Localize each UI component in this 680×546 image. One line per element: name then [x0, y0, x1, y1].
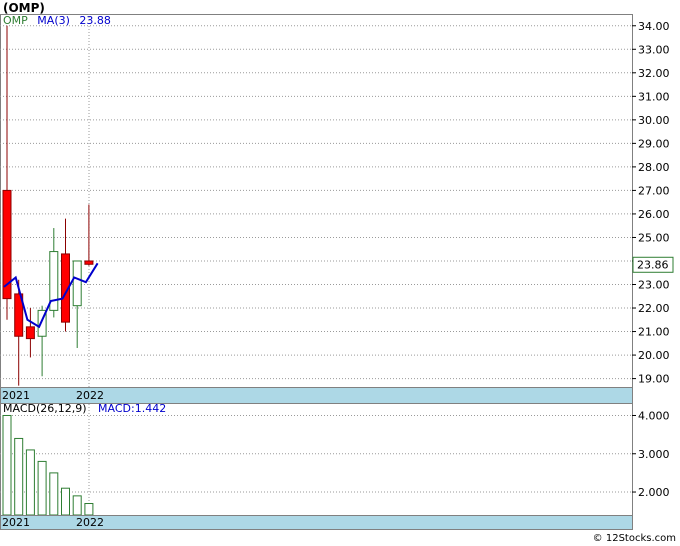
- price-tick-label: 32.00: [638, 67, 670, 80]
- macd-bar: [2, 414, 12, 516]
- price-tick-label: 33.00: [638, 43, 670, 56]
- price-tick-label: 34.00: [638, 20, 670, 33]
- legend-ticker: OMP: [3, 14, 28, 27]
- macd-tick-label: 2.000: [638, 486, 670, 499]
- price-tick-label: 22.00: [638, 302, 670, 315]
- last-price-marker: 23.86: [632, 256, 674, 273]
- price-tick-label: 30.00: [638, 114, 670, 127]
- macd-bar: [14, 437, 24, 516]
- legend-ma-value: 23.88: [79, 14, 111, 27]
- price-tick-label: 29.00: [638, 137, 670, 150]
- svg-text:OMP MA(3) 23.88: OMP MA(3) 23.88: [3, 14, 111, 27]
- macd-bar: [49, 472, 59, 516]
- price-x-label-2022: 2022: [76, 389, 104, 402]
- watermark: © 12Stocks.com: [593, 533, 676, 544]
- macd-bar: [61, 487, 70, 516]
- macd-tick-label: 4.000: [638, 409, 670, 422]
- chart-title: (OMP): [3, 1, 45, 15]
- macd-label: MACD(26,12,9): [3, 402, 87, 415]
- macd-tick-label: 3.000: [638, 448, 670, 461]
- legend-ma-label: MA(3): [37, 14, 70, 27]
- candle-down: [25, 326, 35, 340]
- last-price-label: 23.86: [637, 258, 669, 271]
- price-tick-label: 21.00: [638, 326, 670, 339]
- price-axis: 19.0020.0021.0022.0023.0024.0025.0026.00…: [632, 20, 670, 386]
- candle-up: [72, 260, 82, 307]
- price-tick-label: 19.00: [638, 373, 670, 386]
- price-tick-label: 26.00: [638, 208, 670, 221]
- macd-panel: [0, 403, 633, 516]
- macd-x-label-2021: 2021: [2, 516, 30, 529]
- macd-bar: [72, 495, 82, 516]
- macd-bar: [25, 449, 35, 516]
- macd-x-label-2022: 2022: [76, 516, 104, 529]
- candle-down: [84, 260, 94, 265]
- macd-axis: 2.000 3.000 4.000: [632, 409, 670, 499]
- macd-bar: [84, 503, 94, 516]
- price-tick-label: 28.00: [638, 161, 670, 174]
- price-tick-label: 20.00: [638, 349, 670, 362]
- price-tick-label: 25.00: [638, 231, 670, 244]
- price-tick-label: 31.00: [638, 90, 670, 103]
- price-tick-label: 23.00: [638, 279, 670, 292]
- macd-value-label: MACD:1.442: [98, 402, 166, 415]
- svg-text:MACD(26,12,9) MACD:1.442: MACD(26,12,9) MACD:1.442: [3, 402, 166, 415]
- stock-chart: (OMP) 19.0020.0021.0022.0023.0024.0025.0…: [0, 1, 676, 544]
- macd-bar: [37, 460, 47, 516]
- price-tick-label: 27.00: [638, 184, 670, 197]
- price-x-label-2021: 2021: [2, 389, 30, 402]
